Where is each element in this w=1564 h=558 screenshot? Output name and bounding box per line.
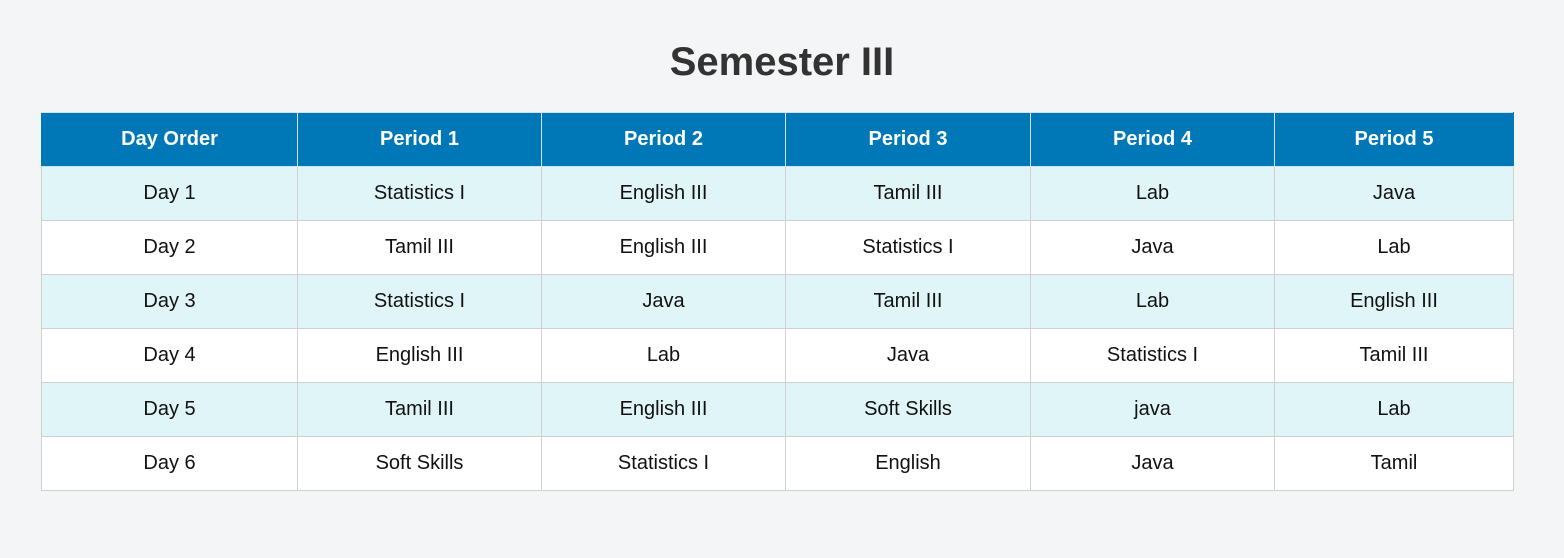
table-cell: English III	[541, 382, 786, 437]
table-cell: Statistics I	[297, 166, 542, 221]
column-header-period-4: Period 4	[1030, 112, 1275, 167]
column-header-period-1: Period 1	[297, 112, 542, 167]
table-cell-day: Day 6	[41, 436, 298, 491]
table-cell: Statistics I	[1030, 328, 1275, 383]
table-row: Day 2 Tamil III English III Statistics I…	[41, 220, 1514, 275]
table-cell: Java	[1030, 436, 1275, 491]
column-header-period-2: Period 2	[541, 112, 786, 167]
table-cell: Tamil III	[297, 220, 542, 275]
table-cell: Tamil	[1274, 436, 1514, 491]
table-cell: English III	[541, 166, 786, 221]
table-row: Day 5 Tamil III English III Soft Skills …	[41, 382, 1514, 437]
column-header-period-5: Period 5	[1274, 112, 1514, 167]
table-cell: English III	[1274, 274, 1514, 329]
table-cell: Statistics I	[297, 274, 542, 329]
table-cell: Lab	[1030, 166, 1275, 221]
table-row: Day 3 Statistics I Java Tamil III Lab En…	[41, 274, 1514, 329]
table-cell: Statistics I	[541, 436, 786, 491]
table-cell: Lab	[541, 328, 786, 383]
table-cell-day: Day 5	[41, 382, 298, 437]
table-cell-day: Day 1	[41, 166, 298, 221]
table-cell: Tamil III	[785, 274, 1031, 329]
table-cell-day: Day 2	[41, 220, 298, 275]
column-header-day-order: Day Order	[41, 112, 298, 167]
table-row: Day 1 Statistics I English III Tamil III…	[41, 166, 1514, 221]
table-cell-day: Day 3	[41, 274, 298, 329]
table-cell: English III	[541, 220, 786, 275]
table-cell: Tamil III	[297, 382, 542, 437]
table-cell: Java	[785, 328, 1031, 383]
table-cell: Java	[1274, 166, 1514, 221]
table-cell: Soft Skills	[297, 436, 542, 491]
table-cell: Tamil III	[1274, 328, 1514, 383]
table-cell: Statistics I	[785, 220, 1031, 275]
page-title: Semester III	[669, 40, 895, 84]
page: Semester III Day Order Period 1 Period 2…	[0, 0, 1564, 558]
table-cell: Java	[1030, 220, 1275, 275]
table-cell: java	[1030, 382, 1275, 437]
table-cell: English III	[297, 328, 542, 383]
table-cell-day: Day 4	[41, 328, 298, 383]
table-cell: Tamil III	[785, 166, 1031, 221]
table-row: Day 4 English III Lab Java Statistics I …	[41, 328, 1514, 383]
table-cell: Lab	[1274, 382, 1514, 437]
table-cell: Lab	[1030, 274, 1275, 329]
table-cell: Java	[541, 274, 786, 329]
header-row: Day Order Period 1 Period 2 Period 3 Per…	[41, 112, 1514, 167]
column-header-period-3: Period 3	[785, 112, 1031, 167]
table-row: Day 6 Soft Skills Statistics I English J…	[41, 436, 1514, 491]
timetable: Day Order Period 1 Period 2 Period 3 Per…	[41, 112, 1514, 491]
table-cell: Lab	[1274, 220, 1514, 275]
table-cell: Soft Skills	[785, 382, 1031, 437]
table-cell: English	[785, 436, 1031, 491]
